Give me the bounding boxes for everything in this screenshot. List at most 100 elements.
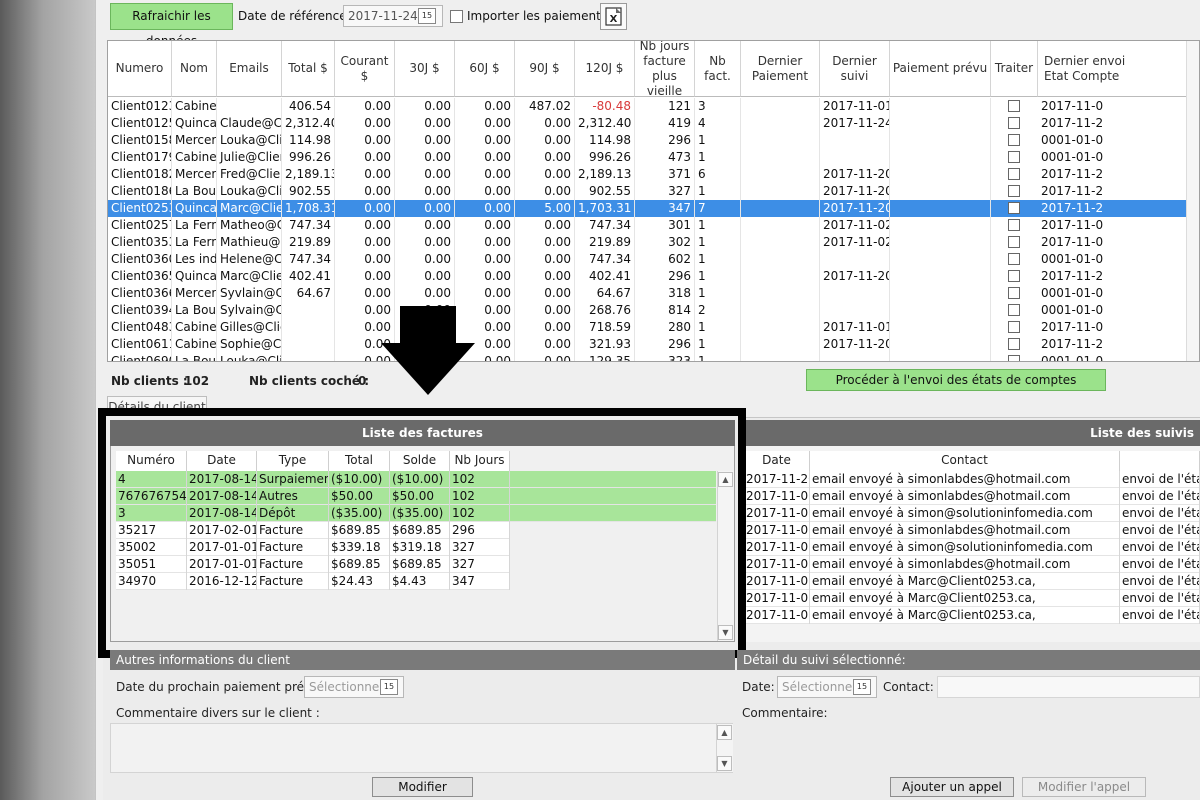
excel-export-button[interactable]: X — [600, 3, 627, 30]
table-cell: 0.00 — [395, 115, 455, 132]
table-row[interactable]: 34970 2016-12-12 Facture $24.43 $4.43 347 — [116, 573, 510, 590]
treat-checkbox[interactable] — [1008, 185, 1020, 197]
table-row[interactable]: Client0366MercerieSyvlain@Client0364.670… — [108, 285, 1199, 302]
clients-header-0[interactable]: Numero — [108, 41, 172, 97]
clients-header-5[interactable]: 30J $ — [395, 41, 455, 97]
table-cell: 35217 — [116, 522, 187, 539]
clients-header-6[interactable]: 60J $ — [455, 41, 515, 97]
treat-checkbox[interactable] — [1008, 304, 1020, 316]
table-cell: Sophie@Client061 — [217, 336, 282, 353]
table-cell: email envoyé à simon@solutioninfomedia.c… — [810, 539, 1120, 556]
clients-header-10[interactable]: Nb fact. — [695, 41, 741, 97]
treat-checkbox[interactable] — [1008, 270, 1020, 282]
clients-header-1[interactable]: Nom — [172, 41, 217, 97]
table-row[interactable]: 2017-11-01 email envoyé à Marc@Client0253… — [744, 590, 1200, 607]
table-cell: envoi de l'état — [1122, 573, 1200, 590]
clients-header-4[interactable]: Courant $ — [335, 41, 395, 97]
table-row[interactable]: Client0483CabinetGilles@Client0480.000.0… — [108, 319, 1199, 336]
refresh-data-button[interactable]: Rafraichir les données — [110, 3, 233, 48]
invoices-scrollbar[interactable]: ▲ ▼ — [717, 471, 734, 641]
followup-contact-input[interactable] — [937, 676, 1200, 698]
clients-header-14[interactable]: Traiter — [991, 41, 1038, 97]
clients-header-8[interactable]: 120J $ — [575, 41, 635, 97]
invoices-header-1[interactable]: Date — [187, 451, 257, 471]
table-row[interactable]: 2017-11-01 email envoyé à simon@solutioni… — [744, 505, 1200, 522]
import-payments-checkbox[interactable] — [450, 10, 463, 23]
treat-checkbox[interactable] — [1008, 338, 1020, 350]
scroll-down-icon[interactable]: ▼ — [717, 756, 732, 771]
clients-header-3[interactable]: Total $ — [282, 41, 335, 97]
table-row[interactable]: 35002 2017-01-01 Facture $339.18 $319.18 327 — [116, 539, 510, 556]
table-row[interactable]: 2017-11-01 email envoyé à simonlabdes@hot… — [744, 522, 1200, 539]
treat-checkbox[interactable] — [1008, 168, 1020, 180]
invoices-header-5[interactable]: Nb Jours — [450, 451, 510, 471]
modify-button[interactable]: Modifier — [372, 777, 473, 797]
table-row[interactable]: Client0123 Cabinet 406.54 0.00 0.00 0.00 487.0… — [108, 98, 1199, 115]
treat-checkbox[interactable] — [1008, 219, 1020, 231]
invoices-header-4[interactable]: Solde — [390, 451, 450, 471]
treat-checkbox[interactable] — [1008, 253, 1020, 265]
table-row[interactable]: Client0353La FermeMathieu@Client0219.890… — [108, 234, 1199, 251]
table-row[interactable]: Client0690La BoucherieLouka@Client069 0.0… — [108, 353, 1199, 361]
clients-header-2[interactable]: Emails — [217, 41, 282, 97]
table-row[interactable]: 2017-11-01 email envoyé à Marc@Client0253… — [744, 573, 1200, 590]
table-row[interactable]: 2017-11-01 email envoyé à Marc@Client0253… — [744, 607, 1200, 624]
add-call-button[interactable]: Ajouter un appel — [890, 777, 1014, 797]
comment-scrollbar[interactable]: ▲ ▼ — [716, 724, 733, 772]
treat-checkbox[interactable] — [1008, 236, 1020, 248]
clients-grid[interactable]: Numero Nom Emails Total $ Courant $30J $60J … — [107, 40, 1200, 362]
table-row[interactable]: Client0611CabinetSophie@Client0610.000.0… — [108, 336, 1199, 353]
table-row[interactable]: Client0179CabinetJulie@Client0179.996.26… — [108, 149, 1199, 166]
scroll-up-icon[interactable]: ▲ — [718, 472, 733, 487]
calendar-icon[interactable]: 15 — [380, 679, 398, 695]
table-row[interactable]: Client0257La FermeMatheo@Client02747.340… — [108, 217, 1199, 234]
treat-checkbox[interactable] — [1008, 287, 1020, 299]
treat-checkbox[interactable] — [1008, 100, 1020, 112]
table-cell: 296 — [635, 268, 695, 285]
treat-checkbox[interactable] — [1008, 321, 1020, 333]
table-row[interactable]: 2017-11-06 email envoyé à simonlabdes@hot… — [744, 488, 1200, 505]
table-row[interactable]: Client0394La BoucherieSylvain@Client03 0.… — [108, 302, 1199, 319]
calendar-icon[interactable]: 15 — [418, 8, 436, 24]
modify-call-button[interactable]: Modifier l'appel — [1022, 777, 1146, 797]
table-row[interactable]: Client0365Quincaillerie AuxMarc@Client03… — [108, 268, 1199, 285]
table-cell: 302 — [635, 234, 695, 251]
table-row[interactable]: 4 2017-08-14 Surpaiement ($10.00) ($10.00) 10… — [116, 471, 716, 488]
clients-header-7[interactable]: 90J $ — [515, 41, 575, 97]
table-row[interactable]: 2017-11-20 email envoyé à simonlabdes@hot… — [744, 471, 1200, 488]
table-row[interactable]: Client0158MercerieLouka@Client015114.980… — [108, 132, 1199, 149]
scroll-up-icon[interactable]: ▲ — [717, 725, 732, 740]
clients-header-13[interactable]: Paiement prévu — [890, 41, 991, 97]
table-row[interactable]: 35217 2017-02-01 Facture $689.85 $689.85 296 — [116, 522, 510, 539]
treat-checkbox[interactable] — [1008, 117, 1020, 129]
clients-header-11[interactable]: Dernier Paiement — [741, 41, 820, 97]
table-row[interactable]: Client0182MercerieFred@Client0182.2,189.… — [108, 166, 1199, 183]
table-row[interactable]: 2017-11-01 email envoyé à simon@solutioni… — [744, 539, 1200, 556]
treat-checkbox[interactable] — [1008, 134, 1020, 146]
treat-checkbox[interactable] — [1008, 151, 1020, 163]
client-comment-textarea[interactable] — [110, 723, 733, 773]
table-row[interactable]: Client0186La BoucherieLouka@Client018902… — [108, 183, 1199, 200]
clients-scrollbar[interactable] — [1186, 41, 1199, 361]
table-cell: 1 — [695, 234, 741, 251]
table-row[interactable]: Client0125Quincaillerie AuxClaude@Client… — [108, 115, 1199, 132]
table-row[interactable]: 35051 2017-01-01 Facture $689.85 $689.85 327 — [116, 556, 510, 573]
scroll-down-icon[interactable]: ▼ — [718, 625, 733, 640]
treat-checkbox[interactable] — [1008, 355, 1020, 361]
table-row[interactable]: 3 2017-08-14 Dépôt ($35.00) ($35.00) 102 — [116, 505, 716, 522]
table-row[interactable]: 2017-11-01 email envoyé à simonlabdes@hot… — [744, 556, 1200, 573]
table-row[interactable]: Client0360Les industriesHelene@Client037… — [108, 251, 1199, 268]
followup-detail-title: Détail du suivi sélectionné: — [737, 650, 1200, 670]
treat-checkbox[interactable] — [1008, 202, 1020, 214]
clients-header-9[interactable]: Nb jours facture plus vieille — [635, 41, 695, 98]
clients-header-15[interactable]: Dernier envoi Etat Compte — [1038, 41, 1199, 97]
invoices-header-3[interactable]: Total — [329, 451, 390, 471]
table-row[interactable]: 7676767546 2017-08-14 Autres $50.00 $50.00 10… — [116, 488, 716, 505]
invoices-header-2[interactable]: Type — [257, 451, 329, 471]
calendar-icon[interactable]: 15 — [853, 679, 871, 695]
table-cell: Surpaiement — [259, 471, 329, 488]
table-row[interactable]: Client0253Quincaillerie AuxMarc@Client02… — [108, 200, 1199, 217]
clients-header-12[interactable]: Dernier suivi — [820, 41, 890, 97]
invoices-header-0[interactable]: Numéro — [116, 451, 187, 471]
send-statements-button[interactable]: Procéder à l'envoi des états de comptes — [806, 369, 1106, 391]
